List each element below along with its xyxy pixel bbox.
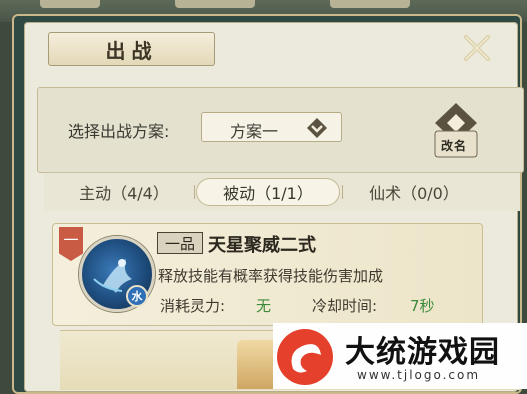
rename-button[interactable]: 改名 — [431, 101, 481, 161]
watermark-logo — [277, 329, 333, 385]
chevron-down-icon — [307, 118, 327, 138]
dialog-title: 出战 — [105, 38, 158, 63]
watermark-url: www.tjlogo.com — [357, 368, 481, 382]
background-tab-edge — [330, 0, 410, 8]
tab-divider — [342, 185, 343, 199]
rank-number: 一 — [63, 231, 79, 249]
element-badge: 水 — [126, 285, 148, 307]
tab-label: 被动（1/1） — [223, 184, 313, 203]
watermark-swirl-icon — [291, 344, 321, 373]
watermark-title: 大统游戏园 — [345, 335, 500, 370]
tab-label: 仙术（0/0） — [369, 184, 459, 203]
grade-badge: 一品 — [157, 232, 203, 254]
skill-tabs: 主动（4/4） 被动（1/1） 仙术（0/0） — [44, 172, 520, 211]
close-button[interactable] — [459, 30, 495, 66]
cost-label: 消耗灵力: — [160, 297, 226, 315]
cooldown-value: 7秒 — [410, 297, 435, 315]
tab-divider — [194, 185, 195, 199]
tab-label: 主动（4/4） — [79, 184, 169, 203]
background-tab-edge — [175, 0, 255, 8]
cost-value: 无 — [256, 297, 272, 315]
plan-select[interactable]: 方案一 — [201, 112, 342, 142]
plan-label: 选择出战方案: — [68, 122, 170, 141]
element-label: 水 — [131, 290, 143, 303]
dialog-title-bar: 出战 — [48, 32, 215, 66]
tab-passive-skills[interactable]: 被动（1/1） — [196, 178, 340, 206]
tab-active-skills[interactable]: 主动（4/4） — [54, 173, 194, 211]
skill-description: 释放技能有概率获得技能伤害加成 — [158, 267, 384, 285]
background-tab-edge — [40, 0, 100, 8]
watermark: 大统游戏园 www.tjlogo.com — [273, 323, 527, 389]
grade-label: 一品 — [164, 234, 195, 253]
tab-spell-skills[interactable]: 仙术（0/0） — [344, 173, 484, 211]
close-x-icon — [464, 35, 490, 61]
skill-name: 天星聚威二式 — [208, 235, 316, 256]
rename-label: 改名 — [441, 139, 468, 153]
cooldown-label: 冷却时间: — [312, 297, 378, 315]
plan-select-value: 方案一 — [230, 122, 279, 141]
